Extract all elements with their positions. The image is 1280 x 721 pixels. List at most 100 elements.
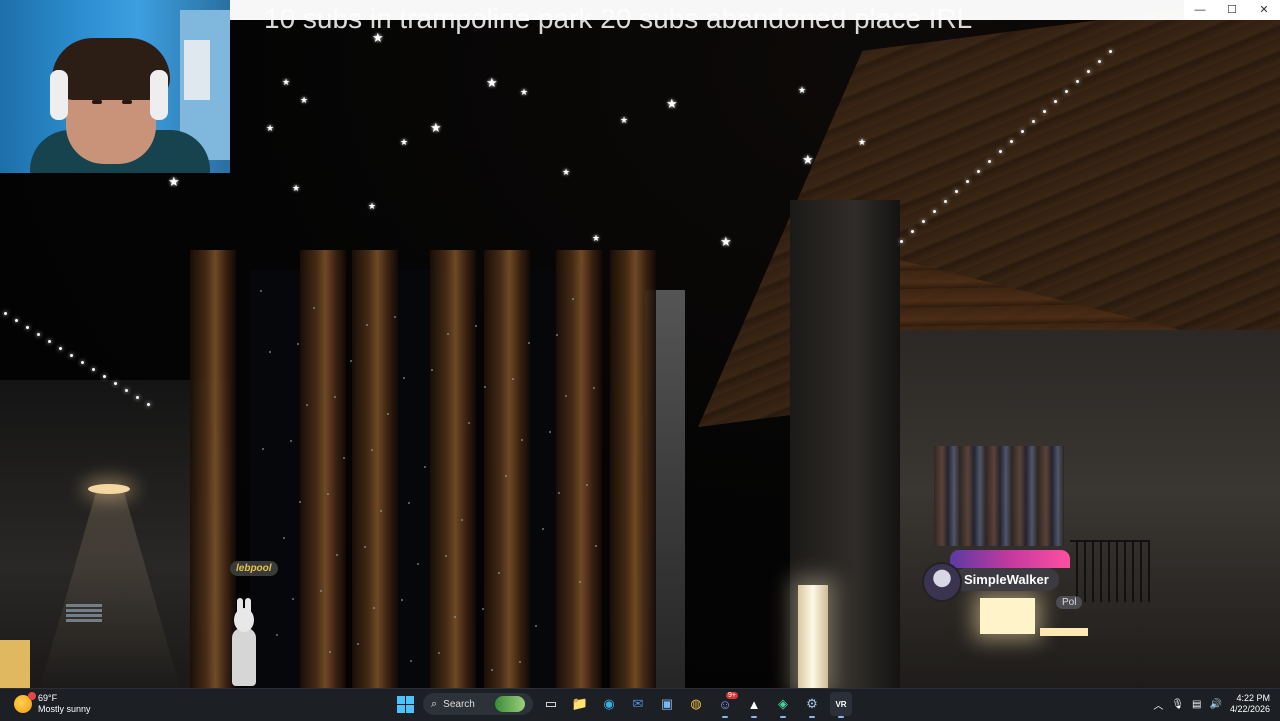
- window-star: [535, 625, 537, 627]
- star-icon: ★: [368, 201, 377, 211]
- window-star: [387, 413, 389, 415]
- volume-icon[interactable]: 🔊: [1210, 699, 1222, 710]
- steam-icon[interactable]: ⚙: [801, 692, 823, 718]
- window-star: [299, 501, 301, 503]
- mail-icon[interactable]: ✉: [627, 692, 649, 716]
- webcam-eye: [92, 100, 102, 104]
- string-light-bulb: [1098, 60, 1101, 63]
- string-light-bulb: [70, 354, 73, 357]
- string-light-bulb: [1021, 130, 1024, 133]
- notification-dot: [28, 692, 36, 700]
- window-star: [417, 563, 419, 565]
- window-star: [461, 519, 463, 521]
- star-icon: ★: [858, 137, 867, 147]
- window-star: [549, 431, 551, 433]
- rabbid-avatar[interactable]: [230, 598, 258, 688]
- string-light-bulb: [15, 319, 18, 322]
- window-star: [373, 607, 375, 609]
- taskbar: 69°F Mostly sunny ⌕ Search ▭ 📁 ◉ ✉ ▣ ◍ ☺…: [0, 688, 1280, 721]
- window-star: [329, 651, 331, 653]
- app-icon[interactable]: ▲: [743, 692, 765, 718]
- window-star: [438, 652, 440, 654]
- window-star: [297, 343, 299, 345]
- window-star: [260, 290, 262, 292]
- string-light-bulb: [944, 200, 947, 203]
- window-star: [292, 598, 294, 600]
- discord-icon[interactable]: ☺ 9+: [714, 692, 738, 718]
- window-star: [394, 316, 396, 318]
- window-star: [556, 334, 558, 336]
- window-star: [424, 466, 426, 468]
- lamp-glow: [1040, 628, 1088, 636]
- player-name: SimpleWalker: [954, 568, 1059, 591]
- star-icon: ★: [486, 75, 498, 90]
- window-star: [468, 422, 470, 424]
- window-star: [475, 325, 477, 327]
- lamp-glow: [0, 640, 30, 688]
- string-light-bulb: [92, 368, 95, 371]
- window-star: [482, 608, 484, 610]
- store-icon[interactable]: ▣: [656, 692, 678, 716]
- bookshelf: [934, 446, 1064, 546]
- sun-icon: [14, 692, 36, 713]
- string-light-bulb: [37, 333, 40, 336]
- floor-lamp: [798, 585, 828, 688]
- window-star: [595, 545, 597, 547]
- network-icon[interactable]: ▤: [1192, 699, 1201, 710]
- edge-icon[interactable]: ◉: [598, 692, 620, 716]
- world-ui-panel[interactable]: [66, 602, 102, 628]
- window-star: [484, 386, 486, 388]
- close-button[interactable]: ✕: [1248, 0, 1280, 20]
- folder-icon[interactable]: 📁: [569, 692, 591, 716]
- weather-widget[interactable]: 69°F Mostly sunny: [14, 692, 91, 715]
- weather-condition: Mostly sunny: [38, 704, 91, 714]
- webcam-feed: [0, 0, 230, 173]
- maximize-button[interactable]: ☐: [1216, 0, 1248, 20]
- window-star: [512, 378, 514, 380]
- string-light-bulb: [147, 403, 150, 406]
- player-nameplate[interactable]: lebpool: [230, 561, 278, 576]
- window-star: [320, 590, 322, 592]
- windows-icon[interactable]: [394, 692, 416, 716]
- player-nameplate[interactable]: SimpleWalker Pol: [922, 550, 1083, 612]
- window-star: [505, 475, 507, 477]
- window-star: [491, 669, 493, 671]
- chevron-up-icon[interactable]: ︿: [1153, 697, 1163, 712]
- window-star: [593, 387, 595, 389]
- window-star: [498, 572, 500, 574]
- window-star: [343, 457, 345, 459]
- window-star: [445, 555, 447, 557]
- window-star: [542, 528, 544, 530]
- clock[interactable]: 4:22 PM 4/22/2026: [1230, 693, 1270, 715]
- window-star: [403, 377, 405, 379]
- curtain: [484, 250, 530, 688]
- clock-date: 4/22/2026: [1229, 704, 1270, 714]
- search-input[interactable]: ⌕ Search: [423, 693, 533, 715]
- star-icon: ★: [300, 95, 309, 105]
- minimize-button[interactable]: —: [1184, 0, 1216, 20]
- search-icon: ⌕: [431, 697, 438, 710]
- window-star: [586, 484, 588, 486]
- string-light-bulb: [999, 150, 1002, 153]
- chrome-icon[interactable]: ◍: [685, 692, 707, 716]
- window-star: [371, 449, 373, 451]
- window-controls: — ☐ ✕: [1184, 0, 1280, 20]
- curtain: [556, 250, 602, 688]
- string-light-bulb: [136, 396, 139, 399]
- star-icon: ★: [168, 174, 180, 189]
- window-star: [572, 298, 574, 300]
- task-view-icon[interactable]: ▭: [540, 692, 562, 716]
- railing: [1070, 540, 1150, 602]
- ceiling-lamp: [88, 484, 130, 494]
- system-tray: ︿ 🎙 ▤ 🔊 4:22 PM 4/22/2026: [1153, 693, 1270, 715]
- string-light-bulb: [81, 361, 84, 364]
- star-icon: ★: [292, 183, 301, 193]
- string-light-bulb: [103, 375, 106, 378]
- star-icon: ★: [282, 77, 291, 87]
- window-star: [262, 448, 264, 450]
- app-icon[interactable]: ◈: [772, 692, 794, 718]
- vrchat-icon[interactable]: VR: [830, 692, 852, 718]
- weather-text: 69°F Mostly sunny: [38, 693, 91, 715]
- string-light-bulb: [59, 347, 62, 350]
- microphone-icon[interactable]: 🎙: [1171, 699, 1184, 710]
